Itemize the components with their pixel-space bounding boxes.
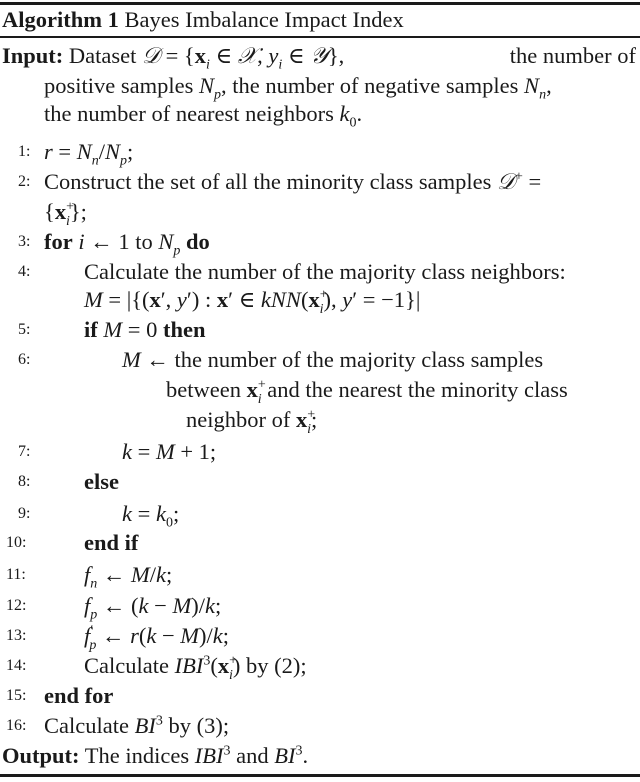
step-number: 10: bbox=[6, 534, 27, 551]
step-number: 5: bbox=[18, 321, 31, 338]
input-line-2: positive samples Np, the number of negat… bbox=[44, 73, 552, 103]
step-4-cont: M = |{(x′, y′) : x′ ∈ kNN(x+i), y′ = −1}… bbox=[84, 287, 421, 317]
step-number: 13: bbox=[6, 627, 27, 644]
step-number: 16: bbox=[6, 717, 27, 734]
step-number: 11: bbox=[6, 566, 26, 583]
output-line: Output: The indices IBI3 and BI3. bbox=[2, 743, 309, 768]
step-6-cont-1: between x+i and the nearest the minority… bbox=[166, 377, 568, 407]
step-number: 1: bbox=[18, 143, 31, 160]
step-number: 8: bbox=[18, 473, 31, 490]
step-number: 9: bbox=[18, 505, 31, 522]
input-line-3: the number of nearest neighbors k0. bbox=[44, 101, 363, 131]
algorithm-label: Algorithm 1 bbox=[2, 7, 119, 32]
input-label: Input: bbox=[2, 43, 64, 68]
step-number: 3: bbox=[18, 233, 31, 250]
algorithm-bottom-rule bbox=[0, 774, 640, 777]
step-number: 14: bbox=[6, 657, 27, 674]
step-6-cont-2: neighbor of x+i; bbox=[186, 407, 318, 437]
step-2-cont: {x+i}; bbox=[44, 199, 87, 229]
algorithm-caption-rule bbox=[0, 36, 640, 38]
output-label: Output: bbox=[2, 743, 80, 768]
step-number: 7: bbox=[18, 443, 31, 460]
step-number: 12: bbox=[6, 597, 27, 614]
step-number: 2: bbox=[18, 173, 31, 190]
algorithm-title: Bayes Imbalance Impact Index bbox=[124, 7, 404, 32]
step-number: 6: bbox=[18, 351, 31, 368]
input-line-1: Input: Dataset 𝒟 = {xi ∈ 𝒳, yi ∈ 𝒴}, the… bbox=[2, 43, 636, 73]
algorithm-caption: Algorithm 1 Bayes Imbalance Impact Index bbox=[2, 5, 404, 35]
step-number: 15: bbox=[6, 687, 27, 704]
step-number: 4: bbox=[18, 263, 31, 280]
